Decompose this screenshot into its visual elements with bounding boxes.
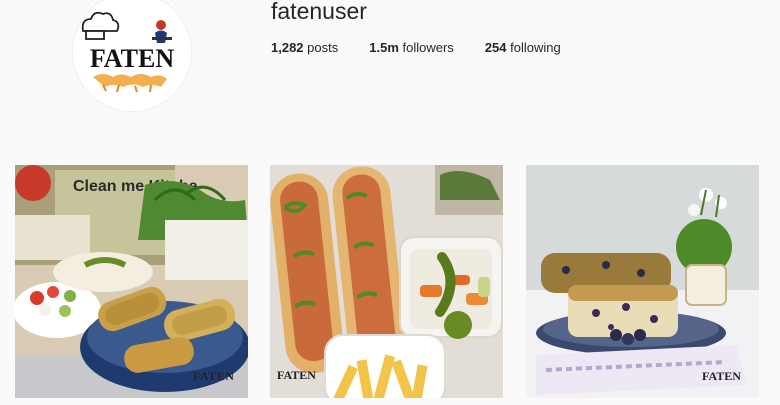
username: fatenuser: [271, 0, 367, 24]
following-label: following: [510, 40, 561, 55]
following-stat[interactable]: 254 following: [485, 40, 561, 55]
svg-text:FATEN: FATEN: [193, 369, 234, 383]
post-image-sandwich-rolls: FATEN: [270, 165, 503, 398]
post-thumbnail-2[interactable]: FATEN: [270, 165, 503, 398]
following-count: 254: [484, 40, 507, 55]
post-thumbnail-3[interactable]: FATEN: [526, 165, 759, 398]
followers-count: 1.5m: [369, 40, 399, 55]
post-thumbnail-1[interactable]: Clean me Kitche FATEN: [15, 165, 248, 398]
svg-text:FATEN: FATEN: [277, 368, 316, 382]
followers-stat[interactable]: 1.5m followers: [369, 40, 454, 55]
posts-label: posts: [307, 40, 339, 55]
svg-text:FATEN: FATEN: [90, 44, 174, 73]
posts-count: 1,282: [271, 40, 304, 55]
post-image-blueberry-cake: FATEN: [526, 165, 759, 398]
svg-text:FATEN: FATEN: [702, 369, 741, 383]
profile-avatar[interactable]: FATEN: [72, 0, 192, 112]
profile-stats: 1,282 posts 1.5m followers 254 following: [271, 40, 561, 55]
faten-logo-icon: FATEN: [73, 0, 191, 111]
posts-stat: 1,282 posts: [271, 40, 338, 55]
post-image-stuffed-zucchini: Clean me Kitche FATEN: [15, 165, 248, 398]
followers-label: followers: [402, 40, 454, 55]
